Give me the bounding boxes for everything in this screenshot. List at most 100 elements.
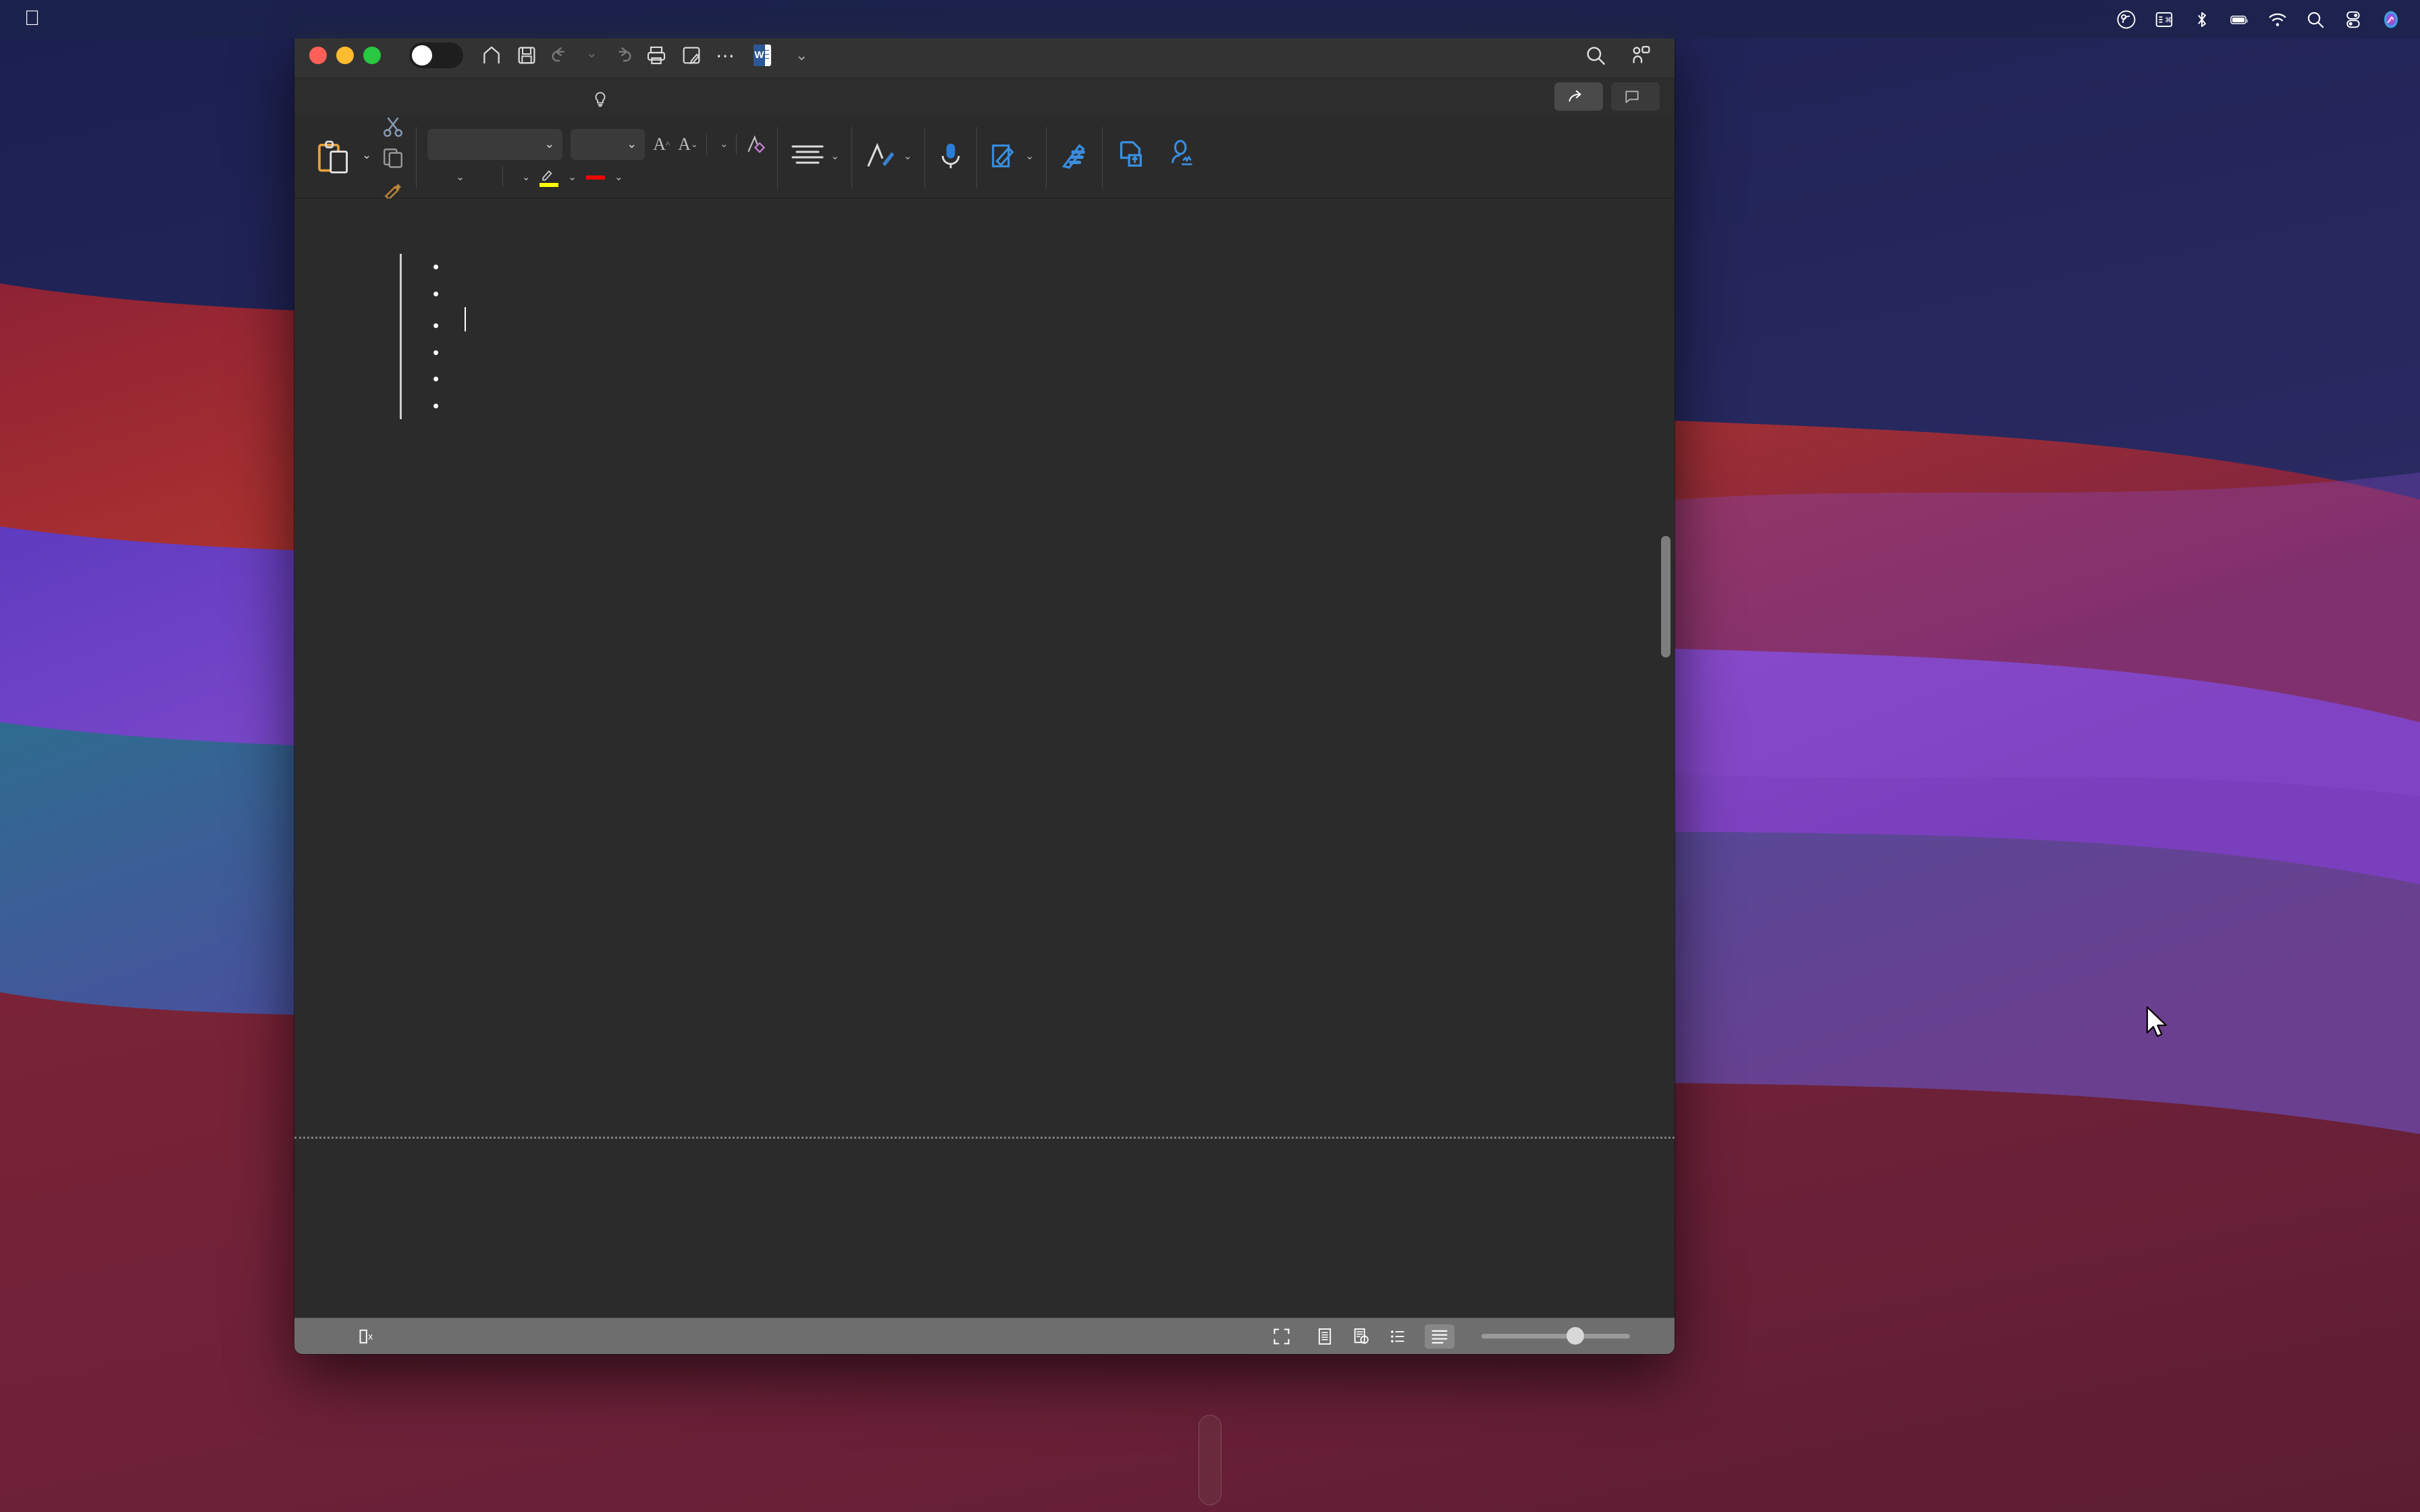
word-document-canvas[interactable]: • • • • • • [294, 198, 1675, 1318]
control-center-icon[interactable] [2343, 9, 2363, 30]
web-layout-icon [1354, 1328, 1369, 1344]
view-draft-button[interactable] [1425, 1324, 1454, 1349]
print-icon[interactable] [646, 45, 667, 66]
tab-mailings[interactable] [471, 108, 498, 115]
proofing-errors-icon[interactable]: x [358, 1328, 377, 1345]
editor-group[interactable] [1048, 117, 1101, 198]
comments-button[interactable] [1611, 82, 1660, 111]
quick-print-icon[interactable] [681, 45, 702, 66]
tab-view[interactable] [525, 108, 552, 115]
share-icon [1569, 90, 1581, 102]
quick-access-toolbar: ⌄ ⋯ [481, 45, 740, 66]
activity-2-2-block: • • • • • • [400, 254, 1594, 420]
undo-icon[interactable] [551, 45, 573, 66]
apple-logo-icon[interactable]:  [24, 7, 40, 28]
undo-dropdown-icon[interactable]: ⌄ [586, 45, 598, 66]
view-web-layout-button[interactable] [1352, 1327, 1371, 1346]
draft-icon [1431, 1330, 1448, 1343]
underline-dropdown-icon[interactable]: ⌄ [456, 171, 465, 183]
tell-me-button[interactable] [579, 90, 625, 115]
shortcuts-icon[interactable]: ⌘ [2154, 9, 2174, 30]
copy-icon[interactable] [381, 146, 405, 170]
battery-icon[interactable] [2230, 9, 2250, 30]
window-traffic-lights [309, 46, 381, 64]
maximize-window-button[interactable] [363, 46, 381, 64]
list-item: • [426, 307, 1594, 340]
chevron-down-icon[interactable]: ⌄ [831, 150, 839, 162]
dictate-group[interactable] [926, 117, 975, 198]
create-share-pdf-group[interactable] [1104, 117, 1157, 198]
document-page[interactable]: • • • • • • [294, 198, 1675, 1318]
svg-text:⌘: ⌘ [2165, 16, 2172, 24]
font-name-select[interactable]: ⌄ [427, 128, 563, 160]
document-scrollbar[interactable] [1661, 239, 1671, 1049]
format-painter-icon[interactable] [381, 177, 405, 201]
zoom-handle[interactable] [1567, 1327, 1584, 1345]
scrollbar-thumb[interactable] [1661, 536, 1671, 657]
creative-cloud-icon[interactable] [2116, 9, 2136, 30]
highlight-color-swatch [540, 182, 559, 187]
share-button[interactable] [1554, 82, 1603, 111]
chevron-down-icon[interactable]: ⌄ [903, 150, 912, 162]
font-size-select[interactable]: ⌄ [571, 128, 646, 160]
ribbon-divider-3 [851, 127, 852, 188]
search-icon[interactable] [1584, 44, 1607, 67]
tab-layout[interactable] [417, 108, 444, 115]
tab-insert[interactable] [336, 108, 363, 115]
highlight-dropdown-icon[interactable]: ⌄ [568, 171, 577, 183]
lightbulb-icon [595, 92, 606, 107]
tab-home[interactable] [309, 108, 336, 115]
home-icon[interactable] [481, 45, 502, 66]
highlight-icon [542, 169, 552, 181]
clear-formatting-icon[interactable] [745, 134, 766, 155]
paragraph-group[interactable]: ⌄ [779, 117, 850, 198]
chevron-down-icon[interactable]: ⌄ [1026, 150, 1034, 162]
search-icon[interactable] [2305, 9, 2325, 30]
highlight-button[interactable] [540, 167, 559, 187]
paste-button[interactable] [315, 138, 352, 178]
request-signatures-group[interactable] [1157, 117, 1209, 198]
shrink-font-icon[interactable]: A ⌄ [678, 135, 698, 153]
chevron-down-icon[interactable]: ⌄ [795, 47, 808, 64]
bluetooth-icon[interactable] [2192, 9, 2212, 30]
zoom-track[interactable] [1481, 1327, 1630, 1345]
document-title-group[interactable]: W ⌄ [754, 44, 808, 66]
save-icon[interactable] [516, 45, 537, 66]
tab-acrobat[interactable] [552, 108, 579, 115]
focus-mode-button[interactable] [1272, 1327, 1298, 1346]
view-outline-button[interactable] [1388, 1327, 1407, 1346]
autosave-knob [412, 45, 432, 65]
microsoft-word-window[interactable]: ⌄ ⋯ W ⌄ ⌄ ⌄ ⌄ A ^ A ⌄ ⌄ ⌄ ⌄ ⌄ ⌄ ⌄ ⌄ ⌄ • … [294, 32, 1675, 1354]
ribbon-divider [416, 127, 417, 188]
clipboard-group: ⌄ [305, 115, 415, 201]
ribbon-divider-4 [924, 127, 925, 188]
redo-icon[interactable] [610, 45, 632, 66]
font-row-top: ⌄ ⌄ A ^ A ⌄ ⌄ [427, 128, 766, 160]
more-icon[interactable]: ⋯ [716, 45, 740, 66]
sensitivity-icon [991, 144, 1014, 167]
change-case-button[interactable]: ⌄ [715, 139, 729, 149]
sensitivity-group[interactable]: ⌄ [978, 117, 1045, 198]
grow-font-icon[interactable]: A ^ [653, 135, 670, 153]
tab-review[interactable] [498, 108, 525, 115]
close-window-button[interactable] [309, 46, 327, 64]
autosave-switch[interactable] [409, 42, 463, 68]
styles-group[interactable]: ⌄ [853, 117, 923, 198]
tab-draw[interactable] [363, 108, 390, 115]
autosave-toggle[interactable] [401, 42, 463, 68]
view-print-layout-button[interactable] [1315, 1327, 1334, 1346]
paste-dropdown-icon[interactable]: ⌄ [362, 148, 371, 162]
zoom-slider[interactable] [1472, 1327, 1639, 1345]
font-color-button[interactable] [585, 174, 605, 180]
bullet-icon: • [433, 315, 440, 336]
cut-icon[interactable] [381, 115, 405, 139]
tab-design[interactable] [390, 108, 417, 115]
tab-references[interactable] [444, 108, 471, 115]
macos-dock[interactable] [1199, 1415, 1221, 1505]
minimize-window-button[interactable] [336, 46, 354, 64]
collaborators-icon[interactable] [1630, 44, 1653, 67]
text-effects-dropdown-icon[interactable]: ⌄ [522, 171, 531, 183]
wifi-icon[interactable] [2267, 9, 2288, 30]
font-color-dropdown-icon[interactable]: ⌄ [614, 171, 623, 183]
siri-icon[interactable] [2381, 9, 2401, 30]
